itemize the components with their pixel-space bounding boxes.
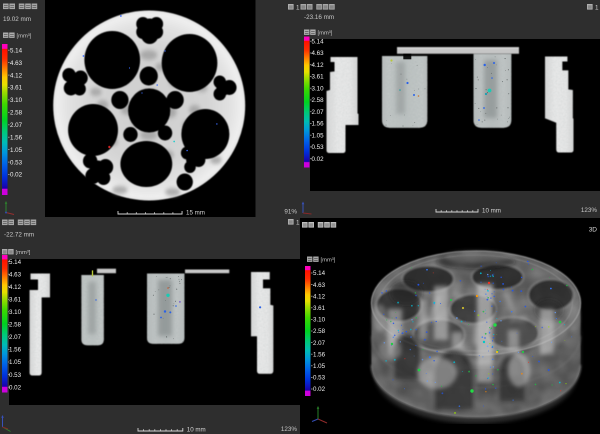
svg-text:0.53: 0.53 (9, 372, 22, 379)
svg-text:1: 1 (595, 5, 599, 12)
svg-text:5.14: 5.14 (9, 259, 22, 266)
svg-text:0.53: 0.53 (312, 144, 325, 151)
svg-text:4.12: 4.12 (10, 72, 23, 79)
svg-text:2.07: 2.07 (10, 122, 23, 129)
svg-text:19.02 mm: 19.02 mm (3, 16, 31, 23)
svg-text:2.58: 2.58 (10, 110, 23, 117)
svg-text:1.56: 1.56 (10, 134, 23, 141)
svg-text:4.12: 4.12 (9, 284, 22, 291)
svg-text:4.63: 4.63 (10, 60, 23, 67)
svg-text:3.61: 3.61 (312, 74, 325, 81)
svg-text:10 mm: 10 mm (187, 427, 206, 434)
svg-text:1.56: 1.56 (9, 347, 22, 354)
svg-text:3D: 3D (589, 227, 598, 234)
svg-text:123%: 123% (581, 207, 598, 214)
svg-text:0.02: 0.02 (312, 156, 325, 163)
svg-text:15 mm: 15 mm (186, 210, 205, 217)
svg-text:0.53: 0.53 (10, 159, 23, 166)
svg-text:0.53: 0.53 (313, 375, 326, 382)
svg-text:4.63: 4.63 (313, 282, 326, 289)
svg-text:[mm³]: [mm³] (321, 258, 336, 264)
svg-text:123%: 123% (281, 426, 298, 433)
svg-text:4.12: 4.12 (312, 62, 325, 69)
svg-text:1.05: 1.05 (312, 132, 325, 139)
svg-text:5.14: 5.14 (312, 38, 325, 45)
svg-text:[mm³]: [mm³] (17, 34, 32, 40)
svg-text:3.10: 3.10 (10, 97, 23, 104)
svg-text:4.63: 4.63 (9, 271, 22, 278)
svg-text:1.56: 1.56 (312, 121, 325, 128)
svg-text:2.58: 2.58 (312, 97, 325, 104)
svg-text:4.12: 4.12 (313, 293, 326, 300)
svg-text:5.14: 5.14 (10, 47, 23, 54)
svg-text:1.05: 1.05 (9, 359, 22, 366)
svg-text:-23.16 mm: -23.16 mm (304, 14, 334, 21)
svg-text:2.58: 2.58 (9, 322, 22, 329)
svg-text:3.10: 3.10 (312, 85, 325, 92)
svg-text:4.63: 4.63 (312, 50, 325, 57)
svg-text:[mm³]: [mm³] (16, 250, 31, 256)
svg-text:0.02: 0.02 (9, 384, 22, 391)
svg-text:3.10: 3.10 (313, 317, 326, 324)
svg-text:1: 1 (296, 5, 300, 12)
svg-text:[mm³]: [mm³] (318, 31, 333, 37)
svg-text:-22.72 mm: -22.72 mm (4, 232, 34, 239)
svg-text:2.07: 2.07 (312, 109, 325, 116)
svg-text:2.58: 2.58 (313, 328, 326, 335)
svg-text:0.02: 0.02 (10, 172, 23, 179)
svg-text:10 mm: 10 mm (482, 208, 501, 215)
svg-text:1.05: 1.05 (10, 147, 23, 154)
svg-text:1: 1 (296, 220, 300, 227)
svg-text:3.61: 3.61 (313, 305, 326, 312)
svg-text:1.05: 1.05 (313, 363, 326, 370)
svg-text:1.56: 1.56 (313, 351, 326, 358)
svg-text:91%: 91% (284, 209, 297, 216)
svg-text:2.07: 2.07 (313, 340, 326, 347)
svg-text:3.61: 3.61 (10, 85, 23, 92)
svg-text:3.61: 3.61 (9, 296, 22, 303)
svg-text:0.02: 0.02 (313, 386, 326, 393)
svg-text:3.10: 3.10 (9, 309, 22, 316)
svg-text:5.14: 5.14 (313, 270, 326, 277)
svg-text:2.07: 2.07 (9, 334, 22, 341)
